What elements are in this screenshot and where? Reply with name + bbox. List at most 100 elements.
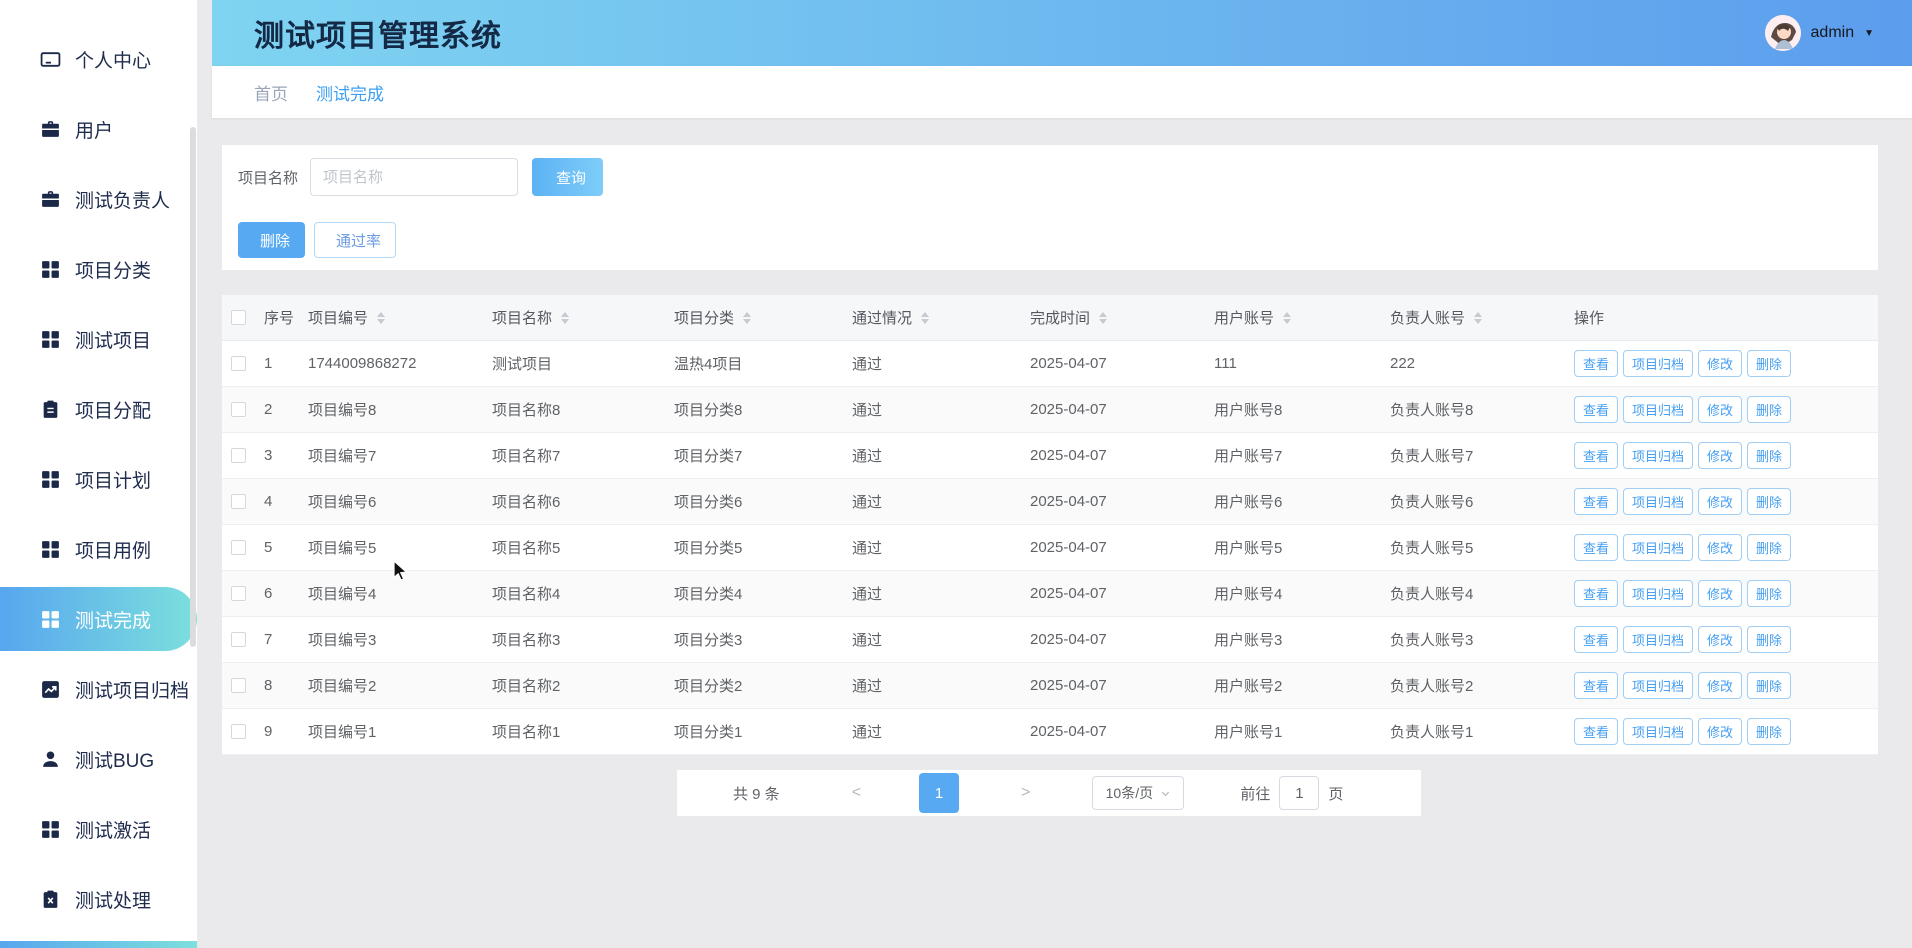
page-button-1[interactable]: 1	[919, 773, 959, 813]
delete-row-button[interactable]: 删除	[1747, 442, 1791, 469]
project-archive-button[interactable]: 项目归档	[1623, 626, 1693, 653]
cell-category: 温热4项目	[674, 353, 852, 374]
edit-button[interactable]: 修改	[1698, 718, 1742, 745]
column-header-8[interactable]: 负责人账号	[1390, 307, 1574, 328]
cell-index: 6	[264, 585, 308, 602]
sort-desc-icon	[1474, 319, 1482, 324]
column-header-6[interactable]: 完成时间	[1030, 307, 1214, 328]
sidebar-item-3[interactable]: 测试负责人	[0, 176, 197, 222]
row-checkbox[interactable]	[231, 356, 246, 371]
edit-button[interactable]: 修改	[1698, 350, 1742, 377]
view-button[interactable]: 查看	[1574, 442, 1618, 469]
delete-row-button[interactable]: 删除	[1747, 534, 1791, 561]
project-archive-button[interactable]: 项目归档	[1623, 718, 1693, 745]
sidebar-item-13[interactable]: 测试处理	[0, 876, 197, 922]
sort-icons[interactable]	[1283, 312, 1291, 324]
edit-button[interactable]: 修改	[1698, 442, 1742, 469]
project-archive-button[interactable]: 项目归档	[1623, 442, 1693, 469]
view-button[interactable]: 查看	[1574, 488, 1618, 515]
pass-rate-button[interactable]: 通过率	[314, 222, 396, 258]
column-header-2[interactable]: 项目编号	[308, 307, 492, 328]
project-archive-button[interactable]: 项目归档	[1623, 396, 1693, 423]
column-label: 完成时间	[1030, 307, 1090, 328]
delete-row-button[interactable]: 删除	[1747, 396, 1791, 423]
delete-button[interactable]: 删除	[238, 222, 305, 258]
sidebar-item-1[interactable]: 个人中心	[0, 36, 197, 82]
view-button[interactable]: 查看	[1574, 534, 1618, 561]
user-icon	[40, 749, 61, 770]
sidebar-item-2[interactable]: 用户	[0, 106, 197, 152]
row-checkbox[interactable]	[231, 678, 246, 693]
row-checkbox[interactable]	[231, 402, 246, 417]
delete-row-button[interactable]: 删除	[1747, 626, 1791, 653]
query-button[interactable]: 查询	[532, 158, 603, 196]
sidebar-item-6[interactable]: 项目分配	[0, 386, 197, 432]
view-button[interactable]: 查看	[1574, 718, 1618, 745]
cell-index: 5	[264, 539, 308, 556]
cell-user-account: 用户账号7	[1214, 445, 1390, 466]
project-archive-button[interactable]: 项目归档	[1623, 672, 1693, 699]
sidebar-item-11[interactable]: 测试BUG	[0, 736, 197, 782]
view-button[interactable]: 查看	[1574, 672, 1618, 699]
view-button[interactable]: 查看	[1574, 396, 1618, 423]
edit-button[interactable]: 修改	[1698, 626, 1742, 653]
view-button[interactable]: 查看	[1574, 580, 1618, 607]
row-checkbox[interactable]	[231, 448, 246, 463]
sidebar-item-label: 项目用例	[75, 536, 151, 563]
delete-row-button[interactable]: 删除	[1747, 718, 1791, 745]
sort-icons[interactable]	[561, 312, 569, 324]
project-archive-button[interactable]: 项目归档	[1623, 350, 1693, 377]
delete-row-button[interactable]: 删除	[1747, 672, 1791, 699]
project-archive-button[interactable]: 项目归档	[1623, 534, 1693, 561]
edit-button[interactable]: 修改	[1698, 580, 1742, 607]
sort-desc-icon	[377, 319, 385, 324]
sidebar-item-label: 用户	[75, 116, 113, 143]
column-header-7[interactable]: 用户账号	[1214, 307, 1390, 328]
project-archive-button[interactable]: 项目归档	[1623, 580, 1693, 607]
table-row: 8项目编号2项目名称2项目分类2通过2025-04-07用户账号2负责人账号2查…	[222, 663, 1878, 709]
sidebar-item-8[interactable]: 项目用例	[0, 526, 197, 572]
sort-icons[interactable]	[921, 312, 929, 324]
pagination-next-button[interactable]: >	[1021, 784, 1030, 802]
sidebar-item-12[interactable]: 测试激活	[0, 806, 197, 852]
sort-icons[interactable]	[743, 312, 751, 324]
column-header-5[interactable]: 通过情况	[852, 307, 1030, 328]
edit-button[interactable]: 修改	[1698, 488, 1742, 515]
delete-row-button[interactable]: 删除	[1747, 488, 1791, 515]
row-checkbox[interactable]	[231, 724, 246, 739]
cell-project-no: 项目编号3	[308, 629, 492, 650]
sidebar-item-7[interactable]: 项目计划	[0, 456, 197, 502]
table-header-checkbox-cell	[222, 310, 264, 325]
edit-button[interactable]: 修改	[1698, 534, 1742, 561]
sidebar-item-5[interactable]: 测试项目	[0, 316, 197, 362]
project-archive-button[interactable]: 项目归档	[1623, 488, 1693, 515]
delete-row-button[interactable]: 删除	[1747, 350, 1791, 377]
sidebar-item-4[interactable]: 项目分类	[0, 246, 197, 292]
page-size-select[interactable]: 10条/页	[1092, 776, 1184, 810]
delete-row-button[interactable]: 删除	[1747, 580, 1791, 607]
row-checkbox[interactable]	[231, 632, 246, 647]
sort-icons[interactable]	[1474, 312, 1482, 324]
row-checkbox[interactable]	[231, 540, 246, 555]
sort-icons[interactable]	[1099, 312, 1107, 324]
edit-button[interactable]: 修改	[1698, 396, 1742, 423]
user-menu[interactable]: admin ▼	[1765, 15, 1874, 51]
sidebar-item-label: 个人中心	[75, 46, 151, 73]
sidebar-scrollbar[interactable]	[190, 127, 196, 647]
sort-icons[interactable]	[377, 312, 385, 324]
table-row: 11744009868272测试项目温热4项目通过2025-04-0711122…	[222, 341, 1878, 387]
column-header-4[interactable]: 项目分类	[674, 307, 852, 328]
breadcrumb-item-1[interactable]: 首页	[254, 80, 288, 105]
row-checkbox[interactable]	[231, 586, 246, 601]
row-checkbox[interactable]	[231, 494, 246, 509]
view-button[interactable]: 查看	[1574, 626, 1618, 653]
select-all-checkbox[interactable]	[231, 310, 246, 325]
goto-page-input[interactable]	[1279, 776, 1319, 810]
column-header-3[interactable]: 项目名称	[492, 307, 674, 328]
project-name-input[interactable]	[310, 158, 518, 196]
sidebar-item-10[interactable]: 测试项目归档	[0, 666, 197, 712]
sidebar-item-9[interactable]: 测试完成	[0, 587, 197, 651]
edit-button[interactable]: 修改	[1698, 672, 1742, 699]
view-button[interactable]: 查看	[1574, 350, 1618, 377]
pagination-prev-button[interactable]: <	[852, 784, 861, 802]
